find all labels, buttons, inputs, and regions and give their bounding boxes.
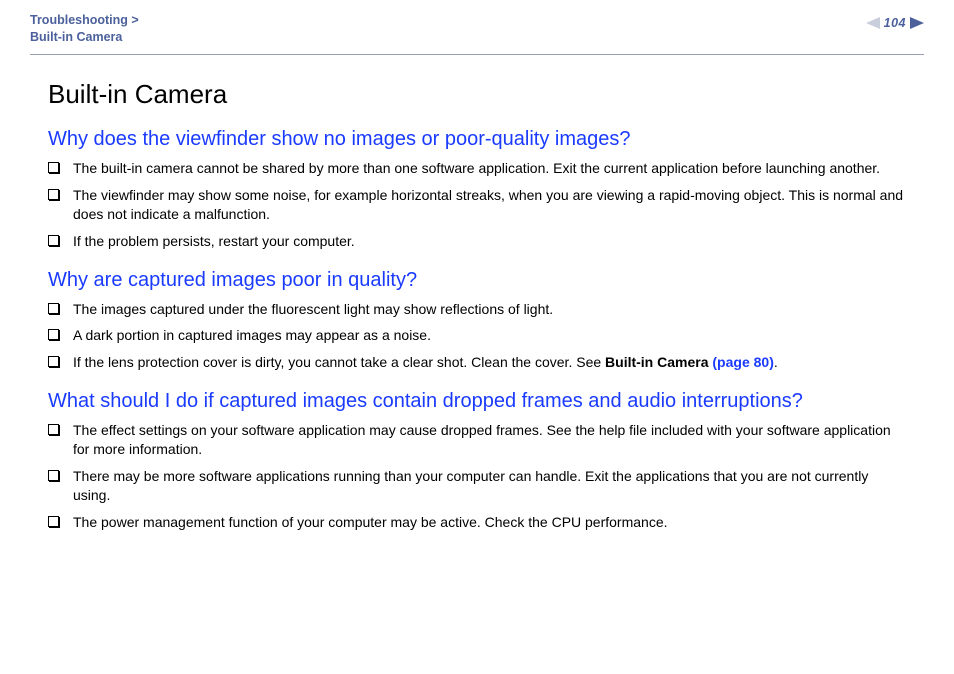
content-area: Built-in Camera Why does the viewfinder … [30,55,924,532]
list-item: The built-in camera cannot be shared by … [48,159,908,178]
list-item-text: There may be more software applications … [73,467,908,505]
list-item: The images captured under the fluorescen… [48,300,908,319]
bullet-icon [48,329,59,340]
breadcrumb: Troubleshooting > Built-in Camera [30,12,139,46]
page-number: 104 [884,16,906,30]
bullet-icon [48,303,59,314]
list-item-text-tail: . [774,354,778,370]
answer-list: The images captured under the fluorescen… [48,300,908,373]
list-item-text: If the problem persists, restart your co… [73,232,908,251]
list-item: If the lens protection cover is dirty, y… [48,353,908,372]
list-item: The effect settings on your software app… [48,421,908,459]
breadcrumb-page: Built-in Camera [30,30,122,44]
cross-reference-title: Built-in Camera [605,354,712,370]
list-item-text: The viewfinder may show some noise, for … [73,186,908,224]
list-item-text: If the lens protection cover is dirty, y… [73,353,908,372]
bullet-icon [48,470,59,481]
list-item-text-lead: If the lens protection cover is dirty, y… [73,354,605,370]
question-heading: Why are captured images poor in quality? [48,269,908,292]
question-heading: Why does the viewfinder show no images o… [48,128,908,151]
list-item: The power management function of your co… [48,513,908,532]
bullet-icon [48,516,59,527]
list-item-text: The effect settings on your software app… [73,421,908,459]
bullet-icon [48,162,59,173]
answer-list: The effect settings on your software app… [48,421,908,531]
question-heading: What should I do if captured images cont… [48,390,908,413]
list-item-text: The images captured under the fluorescen… [73,300,908,319]
list-item: If the problem persists, restart your co… [48,232,908,251]
page-header: Troubleshooting > Built-in Camera 104 [30,12,924,52]
page-title: Built-in Camera [48,79,908,110]
page-nav: 104 [866,16,924,30]
list-item-text: The power management function of your co… [73,513,908,532]
bullet-icon [48,235,59,246]
bullet-icon [48,189,59,200]
next-page-icon[interactable] [910,17,924,29]
list-item: There may be more software applications … [48,467,908,505]
bullet-icon [48,356,59,367]
bullet-icon [48,424,59,435]
list-item: The viewfinder may show some noise, for … [48,186,908,224]
list-item: A dark portion in captured images may ap… [48,326,908,345]
breadcrumb-section: Troubleshooting > [30,13,139,27]
page-reference-link[interactable]: (page 80) [712,354,773,370]
answer-list: The built-in camera cannot be shared by … [48,159,908,251]
list-item-text: A dark portion in captured images may ap… [73,326,908,345]
list-item-text: The built-in camera cannot be shared by … [73,159,908,178]
page-container: Troubleshooting > Built-in Camera 104 Bu… [0,0,954,532]
prev-page-icon[interactable] [866,17,880,29]
